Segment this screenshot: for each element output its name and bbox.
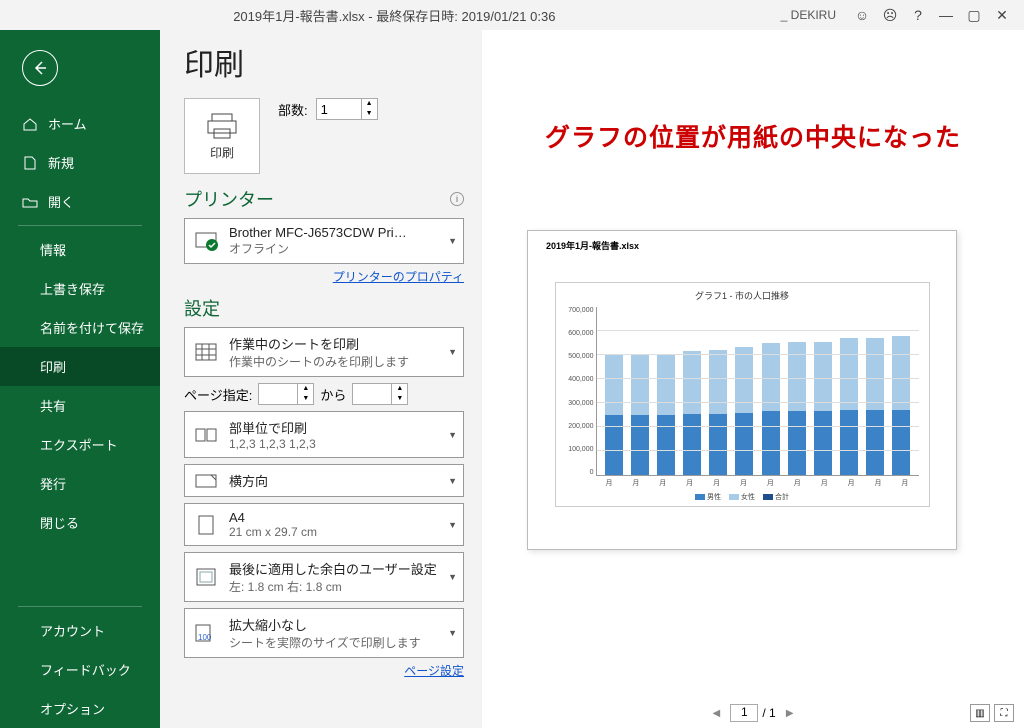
arrow-left-icon: [31, 59, 49, 77]
chart-title: グラフ1 - 市の人口推移: [556, 289, 929, 302]
print-button[interactable]: 印刷: [184, 98, 260, 174]
minimize-button[interactable]: —: [932, 4, 960, 26]
face-sad-icon[interactable]: ☹: [876, 4, 904, 26]
nav-new[interactable]: 新規: [0, 143, 160, 182]
sheet-icon: [193, 343, 219, 361]
show-margins-button[interactable]: ▥: [970, 704, 990, 722]
settings-section-header: 設定: [184, 295, 464, 321]
nav-export[interactable]: エクスポート: [0, 425, 160, 464]
current-page-input[interactable]: 1: [730, 704, 758, 722]
printer-select[interactable]: Brother MFC-J6573CDW Pri…オフライン ▼: [184, 218, 464, 264]
print-preview-page: 2019年1月-報告書.xlsx グラフ1 - 市の人口推移 700,00060…: [527, 230, 957, 550]
page-to-input[interactable]: ▲▼: [352, 383, 408, 405]
printer-section-header: プリンター i: [184, 186, 464, 212]
nav-saveas[interactable]: 名前を付けて保存: [0, 308, 160, 347]
maximize-button[interactable]: ▢: [960, 4, 988, 26]
preview-pager: ◀ 1 / 1 ▶: [482, 704, 1024, 722]
margins-select[interactable]: 最後に適用した余白のユーザー設定左: 1.8 cm 右: 1.8 cm ▼: [184, 552, 464, 602]
back-button[interactable]: [22, 50, 58, 86]
user-name: _ DEKIRU: [781, 8, 836, 22]
collate-select[interactable]: 部単位で印刷1,2,3 1,2,3 1,2,3 ▼: [184, 411, 464, 458]
page-from-input[interactable]: ▲▼: [258, 383, 314, 405]
callout-text: グラフの位置が用紙の中央になった: [545, 118, 961, 154]
nav-home[interactable]: ホーム: [0, 104, 160, 143]
nav-account[interactable]: アカウント: [0, 611, 160, 650]
printer-status-icon: [193, 231, 219, 251]
nav-close[interactable]: 閉じる: [0, 503, 160, 542]
prev-page-button[interactable]: ◀: [706, 708, 726, 719]
page-icon: [193, 515, 219, 535]
window-title: 2019年1月-報告書.xlsx - 最終保存日時: 2019/01/21 0:…: [8, 6, 781, 25]
nav-publish[interactable]: 発行: [0, 464, 160, 503]
page-total: / 1: [762, 706, 775, 720]
scaling-select[interactable]: 100 拡大縮小なしシートを実際のサイズで印刷します ▼: [184, 608, 464, 658]
folder-open-icon: [22, 195, 38, 209]
face-happy-icon[interactable]: ☺: [848, 4, 876, 26]
title-bar: 2019年1月-報告書.xlsx - 最終保存日時: 2019/01/21 0:…: [0, 0, 1024, 30]
embedded-chart: グラフ1 - 市の人口推移 700,000600,000500,000400,0…: [555, 282, 930, 507]
nav-save[interactable]: 上書き保存: [0, 269, 160, 308]
orientation-select[interactable]: 横方向 ▼: [184, 464, 464, 497]
next-page-button[interactable]: ▶: [780, 708, 800, 719]
file-icon: [22, 156, 38, 170]
nav-share[interactable]: 共有: [0, 386, 160, 425]
print-what-select[interactable]: 作業中のシートを印刷作業中のシートのみを印刷します ▼: [184, 327, 464, 377]
zoom-to-page-button[interactable]: ⛶: [994, 704, 1014, 722]
info-icon[interactable]: i: [450, 192, 464, 206]
home-icon: [22, 117, 38, 131]
nav-print[interactable]: 印刷: [0, 347, 160, 386]
backstage-sidebar: ホーム 新規 開く 情報 上書き保存 名前を付けて保存 印刷 共有 エクスポート…: [0, 30, 160, 728]
copies-input[interactable]: 1 ▲▼: [316, 98, 378, 120]
print-settings-panel: 印刷 印刷 部数: 1 ▲▼ プリンター i: [160, 30, 482, 728]
nav-open[interactable]: 開く: [0, 182, 160, 221]
close-button[interactable]: ✕: [988, 4, 1016, 26]
printer-icon: [206, 112, 238, 140]
svg-text:100: 100: [198, 633, 212, 642]
nav-options[interactable]: オプション: [0, 689, 160, 728]
nav-feedback[interactable]: フィードバック: [0, 650, 160, 689]
nav-info[interactable]: 情報: [0, 230, 160, 269]
chevron-down-icon: ▼: [448, 236, 457, 246]
copies-label: 部数:: [278, 100, 308, 119]
copies-up[interactable]: ▲: [361, 99, 377, 109]
printer-properties-link[interactable]: プリンターのプロパティ: [184, 268, 464, 285]
page-range-label: ページ指定:: [184, 385, 252, 404]
collate-icon: [193, 428, 219, 442]
page-setup-link[interactable]: ページ設定: [184, 662, 464, 679]
help-icon[interactable]: ?: [904, 4, 932, 26]
landscape-icon: [193, 473, 219, 489]
page-title: 印刷: [184, 40, 464, 84]
print-preview-pane: グラフの位置が用紙の中央になった 2019年1月-報告書.xlsx グラフ1 -…: [482, 30, 1024, 728]
paper-size-select[interactable]: A421 cm x 29.7 cm ▼: [184, 503, 464, 546]
margins-icon: [193, 568, 219, 586]
copies-down[interactable]: ▼: [361, 109, 377, 119]
scale-icon: 100: [193, 624, 219, 642]
